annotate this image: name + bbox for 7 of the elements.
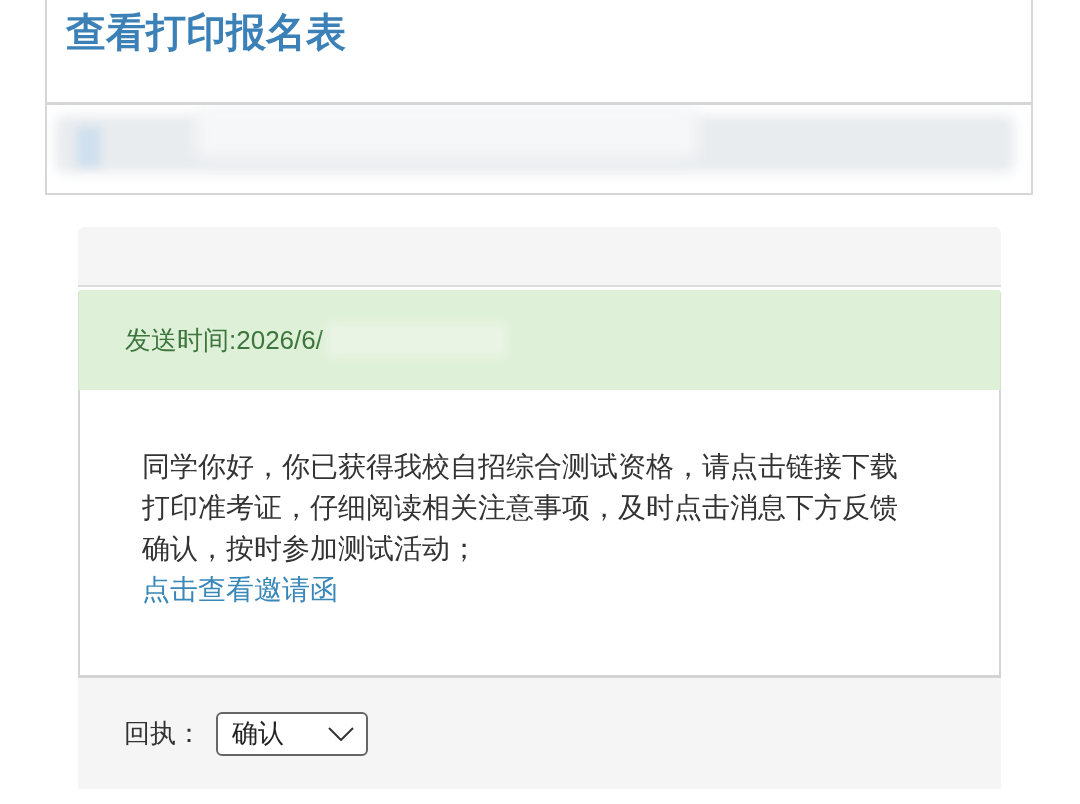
chevron-down-icon [328,726,354,741]
sent-time: 发送时间:2026/6/ [125,323,323,357]
message-text: 同学你好，你已获得我校自招综合测试资格，请点击链接下载打印准考证，仔细阅读相关注意事项，及时点击消息下方反馈确认，按时参加测试活动； [142,450,899,566]
page-title: 查看打印报名表 [66,9,346,56]
reply-select[interactable]: 确认 [216,711,368,756]
reply-label: 回执： [124,717,202,750]
invitation-link[interactable]: 点击查看邀请函 [142,569,338,610]
